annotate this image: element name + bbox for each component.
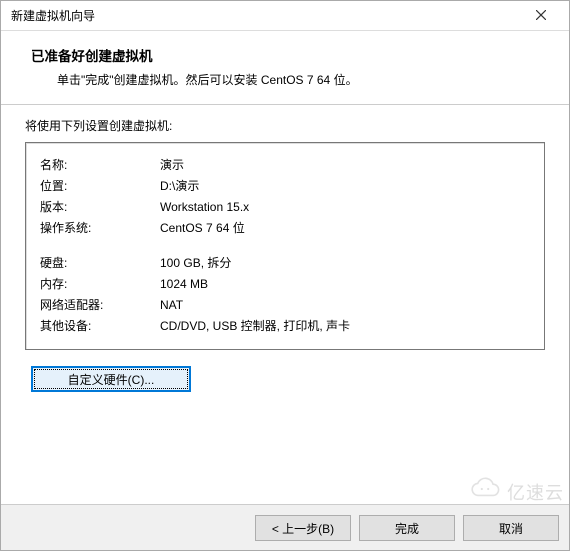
wizard-heading: 已准备好创建虚拟机 [31,45,547,65]
setting-row: 网络适配器: NAT [40,295,534,316]
customize-hardware-button[interactable]: 自定义硬件(C)... [31,366,191,392]
close-button[interactable] [521,2,561,30]
setting-label: 其他设备: [40,316,160,337]
back-button[interactable]: < 上一步(B) [255,515,351,541]
wizard-window: 新建虚拟机向导 已准备好创建虚拟机 单击"完成"创建虚拟机。然后可以安装 Cen… [0,0,570,551]
setting-value: CentOS 7 64 位 [160,218,534,239]
setting-label: 内存: [40,274,160,295]
setting-row: 内存: 1024 MB [40,274,534,295]
setting-label: 网络适配器: [40,295,160,316]
setting-row: 名称: 演示 [40,155,534,176]
settings-intro: 将使用下列设置创建虚拟机: [25,117,545,134]
close-icon [536,9,546,23]
setting-value: 1024 MB [160,274,534,295]
setting-label: 名称: [40,155,160,176]
setting-value: CD/DVD, USB 控制器, 打印机, 声卡 [160,316,534,337]
wizard-subtext: 单击"完成"创建虚拟机。然后可以安装 CentOS 7 64 位。 [31,71,547,88]
setting-row: 版本: Workstation 15.x [40,197,534,218]
settings-summary-box: 名称: 演示 位置: D:\演示 版本: Workstation 15.x 操作… [25,142,545,350]
setting-group-divider [40,239,534,253]
window-title: 新建虚拟机向导 [11,7,95,24]
setting-row: 位置: D:\演示 [40,176,534,197]
setting-row: 操作系统: CentOS 7 64 位 [40,218,534,239]
setting-row: 硬盘: 100 GB, 拆分 [40,253,534,274]
wizard-body: 将使用下列设置创建虚拟机: 名称: 演示 位置: D:\演示 版本: Works… [1,105,569,504]
setting-label: 硬盘: [40,253,160,274]
titlebar: 新建虚拟机向导 [1,1,569,31]
setting-value: D:\演示 [160,176,534,197]
finish-button[interactable]: 完成 [359,515,455,541]
setting-row: 其他设备: CD/DVD, USB 控制器, 打印机, 声卡 [40,316,534,337]
setting-label: 版本: [40,197,160,218]
setting-value: NAT [160,295,534,316]
setting-value: 演示 [160,155,534,176]
setting-value: 100 GB, 拆分 [160,253,534,274]
customize-button-wrap: 自定义硬件(C)... [25,366,545,392]
wizard-footer: < 上一步(B) 完成 取消 [1,504,569,550]
cancel-button[interactable]: 取消 [463,515,559,541]
setting-label: 操作系统: [40,218,160,239]
setting-value: Workstation 15.x [160,197,534,218]
setting-label: 位置: [40,176,160,197]
wizard-header: 已准备好创建虚拟机 单击"完成"创建虚拟机。然后可以安装 CentOS 7 64… [1,31,569,105]
